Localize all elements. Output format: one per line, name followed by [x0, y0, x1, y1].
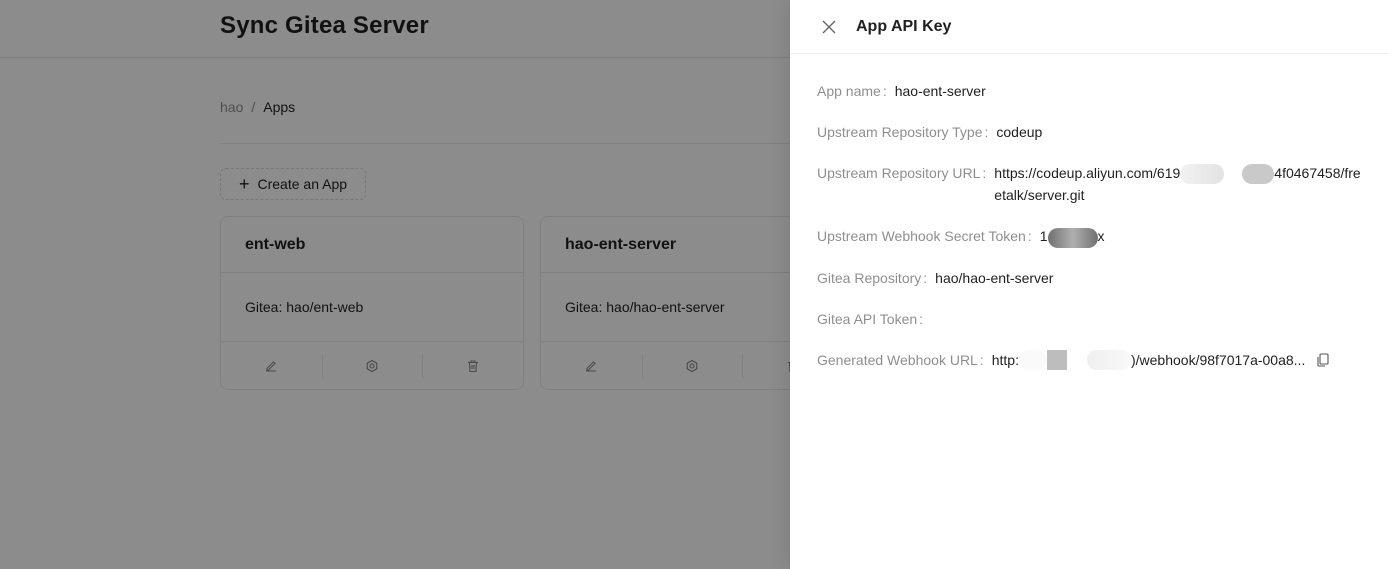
app-api-key-drawer: App API Key App name hao-ent-server Upst…	[790, 0, 1388, 569]
field-value: hao/hao-ent-server	[935, 269, 1054, 286]
redaction-mask	[1086, 349, 1131, 370]
field-label: Generated Webhook URL	[817, 349, 992, 371]
webhook-end: )/webhook/98f7017a-00a8...	[1130, 351, 1306, 368]
field-value: hao-ent-server	[894, 83, 986, 99]
field-gitea-token: Gitea API Token	[817, 308, 1365, 349]
url-start: https://codeup.aliyun.com/619	[994, 165, 1181, 181]
field-label: Upstream Repository URL	[817, 162, 994, 206]
copy-button[interactable]	[1317, 353, 1329, 367]
redaction-mask	[1066, 349, 1087, 370]
field-gitea-repo: Gitea Repository hao/hao-ent-server	[817, 267, 1365, 308]
token-end: x	[1097, 228, 1105, 245]
close-icon	[822, 20, 836, 33]
field-value: https://codeup.aliyun.com/619 4f0467458/f…	[994, 162, 1365, 206]
field-label: Upstream Webhook Secret Token	[817, 225, 1040, 247]
field-value	[931, 308, 1365, 330]
field-label: App name	[817, 80, 895, 102]
field-label: Gitea API Token	[817, 308, 931, 330]
field-app-name: App name hao-ent-server	[817, 80, 1365, 121]
copy-icon	[1317, 353, 1329, 367]
redaction-mask	[1180, 164, 1225, 185]
field-webhook-url: Generated Webhook URL http: )/webhook/98f…	[817, 349, 1365, 390]
app-details: App name hao-ent-server Upstream Reposit…	[817, 80, 1365, 390]
close-button[interactable]	[820, 18, 838, 36]
webhook-start: http:	[991, 351, 1019, 368]
field-value: codeup	[996, 124, 1043, 140]
field-secret-token: Upstream Webhook Secret Token 1x	[817, 225, 1365, 266]
field-label: Gitea Repository	[817, 267, 935, 289]
field-value: 1x	[1039, 225, 1365, 248]
field-label: Upstream Repository Type	[817, 121, 996, 143]
field-upstream-url: Upstream Repository URL https://codeup.a…	[817, 162, 1365, 225]
drawer-title: App API Key	[856, 17, 952, 35]
redaction-mask	[1047, 227, 1098, 248]
redaction-mask	[1242, 164, 1275, 185]
redaction-mask	[1046, 349, 1067, 370]
token-start: 1	[1039, 228, 1048, 245]
redaction-mask	[1018, 349, 1047, 370]
field-value: http: )/webhook/98f7017a-00a8...	[992, 349, 1365, 371]
field-upstream-type: Upstream Repository Type codeup	[817, 121, 1365, 162]
drawer-header: App API Key	[790, 0, 1388, 54]
redaction-mask	[1224, 164, 1243, 185]
